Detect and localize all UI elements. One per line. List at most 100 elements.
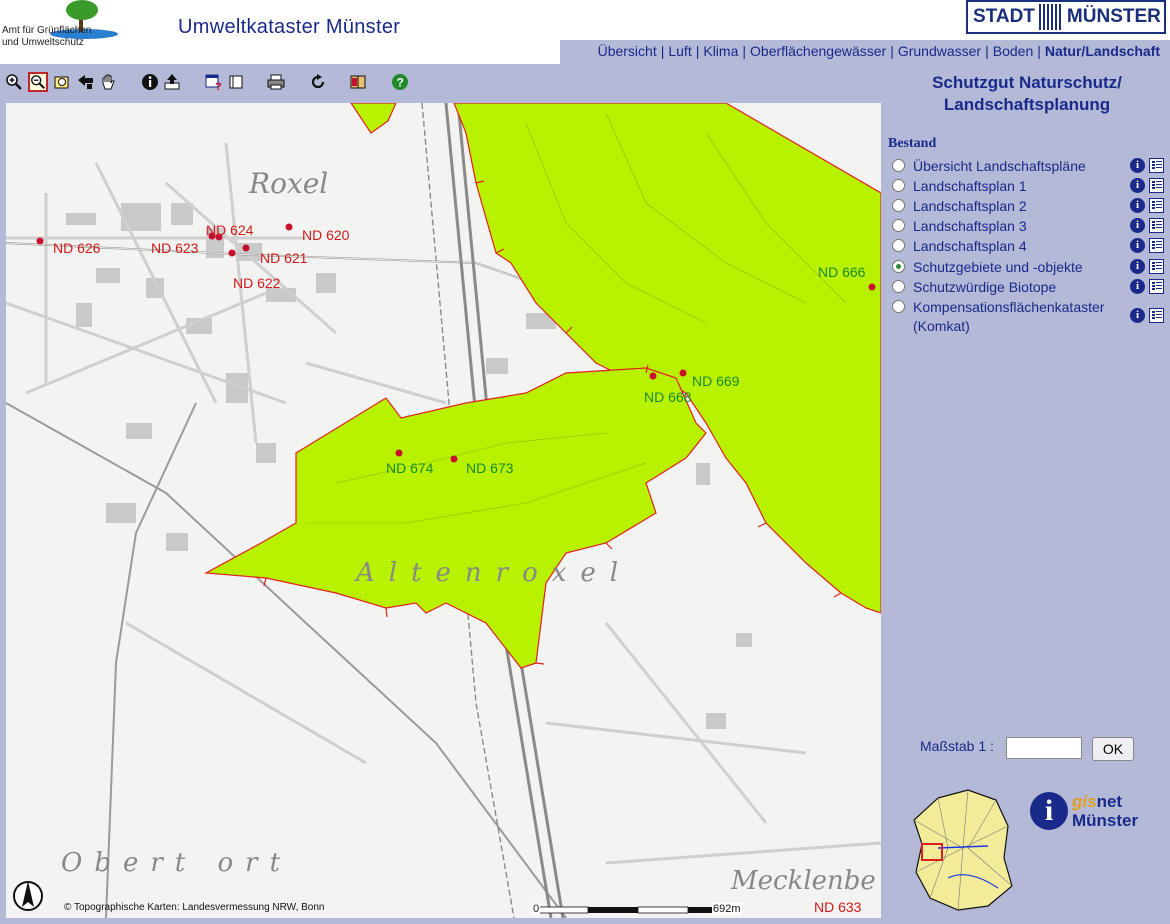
nav-link-oberflächengewässer[interactable]: Oberflächengewässer [750,43,886,59]
map-copyright: © Topographische Karten: Landesvermessun… [64,902,325,913]
nav-link-boden[interactable]: Boden [993,43,1033,59]
nav-separator: | [1037,43,1041,59]
map-graphics [6,103,881,918]
info-icon[interactable]: i [1130,259,1145,274]
map-label-nd623[interactable]: ND 623 [151,240,198,256]
place-altenroxel: Altenroxel [356,558,633,588]
legend-icon[interactable] [1149,158,1164,173]
layer-label: Übersicht Landschaftspläne [913,158,1086,174]
gisnet-i-icon: i [1030,792,1068,830]
info-icon[interactable]: i [1130,279,1145,294]
query-icon[interactable]: ? [204,72,224,92]
book-icon[interactable] [348,72,368,92]
scale-input[interactable] [1006,737,1082,759]
nav-link-übersicht[interactable]: Übersicht [598,43,657,59]
map-canvas[interactable]: Roxel Altenroxel Obert ort Mecklenbe ND … [6,103,881,918]
layer-radio[interactable] [892,300,905,313]
gisnet-wordmark: gisnet [1072,792,1123,811]
info-icon[interactable] [140,72,160,92]
stadt-muenster-logo[interactable]: STADT MÜNSTER [966,0,1166,34]
info-icon[interactable]: i [1130,198,1145,213]
layer-radio[interactable] [892,219,905,232]
north-arrow-graphic [13,881,43,911]
layer-radio[interactable] [892,179,905,192]
back-icon[interactable] [76,72,96,92]
zoom-in-icon[interactable] [4,72,24,92]
info-icon[interactable]: i [1130,308,1145,323]
print-icon[interactable] [266,72,286,92]
scale-end-label: 692m [712,903,742,915]
info-icon[interactable]: i [1130,218,1145,233]
map-label-nd673[interactable]: ND 673 [466,460,513,476]
panel-title: Schutzgut Naturschutz/ Landschaftsplanun… [884,72,1170,116]
map-label-nd626[interactable]: ND 626 [53,240,100,256]
legend-icon[interactable] [1149,198,1164,213]
legend-icon[interactable] [1149,238,1164,253]
top-navigation: Übersicht | Luft | Klima | Oberflächengewässer… [598,43,1160,59]
export-icon[interactable] [162,72,182,92]
layer-panel: Schutzgut Naturschutz/ Landschaftsplanun… [884,70,1170,920]
nav-separator: | [660,43,665,59]
gisnet-city: Münster [1072,811,1139,830]
map-label-nd668[interactable]: ND 668 [644,389,691,405]
nav-separator: | [890,43,894,59]
layer-label: Landschaftsplan 4 [913,238,1027,254]
scale-ok-button[interactable]: OK [1092,737,1134,761]
nav-link-luft[interactable]: Luft [668,43,691,59]
map-label-nd624[interactable]: ND 624 [206,222,253,238]
stadt-logo-mark [1038,4,1063,30]
legend-icon[interactable] [1149,178,1164,193]
info-icon[interactable]: i [1130,178,1145,193]
map-label-nd633[interactable]: ND 633 [814,899,861,915]
svg-text:?: ? [215,81,222,91]
layer-radio[interactable] [892,159,905,172]
panel-title-line2: Landschaftsplanung [943,95,1111,114]
layer-label: Kompensationsflächenkataster (Komkat) [913,298,1104,336]
nav-separator: | [695,43,700,59]
overview-map[interactable] [908,788,1018,913]
layer-label-line1: Kompensationsflächenkataster [913,299,1105,315]
layer-item-komkat[interactable]: Kompensationsflächenkataster (Komkat) i [892,298,1168,338]
layer-radio[interactable] [892,199,905,212]
info-icon[interactable]: i [1130,158,1145,173]
zoom-extent-icon[interactable] [52,72,72,92]
gisnet-muenster-logo[interactable]: i gisnet Münster [1030,790,1158,834]
layer-radio-selected[interactable] [892,260,905,273]
panel-title-line1: Schutzgut Naturschutz/ [932,73,1122,92]
map-toolbar: ? ? [4,70,464,96]
amt-text: Amt für Grünflächen und Umweltschutz [2,25,92,48]
layer-label-line2: (Komkat) [913,318,970,334]
map-label-nd669[interactable]: ND 669 [692,373,739,389]
map-label-nd622[interactable]: ND 622 [233,275,280,291]
svg-text:?: ? [397,76,404,90]
nav-separator: | [742,43,747,59]
nav-link-natur-landschaft[interactable]: Natur/Landschaft [1045,43,1160,59]
muenster-logo-text: MÜNSTER [1066,6,1161,27]
map-label-nd620[interactable]: ND 620 [302,227,349,243]
map-label-nd621[interactable]: ND 621 [260,250,307,266]
zoom-out-icon[interactable] [28,72,48,92]
map-label-nd674[interactable]: ND 674 [386,460,433,476]
app-title: Umweltkataster Münster [178,16,401,38]
scale-label: Maßstab 1 : [920,738,994,754]
info-icon[interactable]: i [1130,238,1145,253]
legend-icon[interactable] [1149,308,1164,323]
nav-link-klima[interactable]: Klima [703,43,738,59]
layer-label: Landschaftsplan 2 [913,198,1027,214]
nav-separator: | [985,43,989,59]
refresh-icon[interactable] [308,72,328,92]
legend-icon[interactable] [1149,259,1164,274]
legend-icon[interactable] [1149,279,1164,294]
help-icon[interactable]: ? [390,72,410,92]
layer-radio[interactable] [892,280,905,293]
place-roxel: Roxel [249,167,329,200]
scale-start-label: 0 [532,903,541,915]
pan-hand-icon[interactable] [98,72,118,92]
legend-icon[interactable] [1149,218,1164,233]
clear-selection-icon[interactable] [226,72,246,92]
layer-radio[interactable] [892,239,905,252]
map-label-nd666[interactable]: ND 666 [818,264,865,280]
scale-bar-graphic [537,906,738,914]
place-obertort: Obert ort [61,848,293,878]
nav-link-grundwasser[interactable]: Grundwasser [898,43,981,59]
